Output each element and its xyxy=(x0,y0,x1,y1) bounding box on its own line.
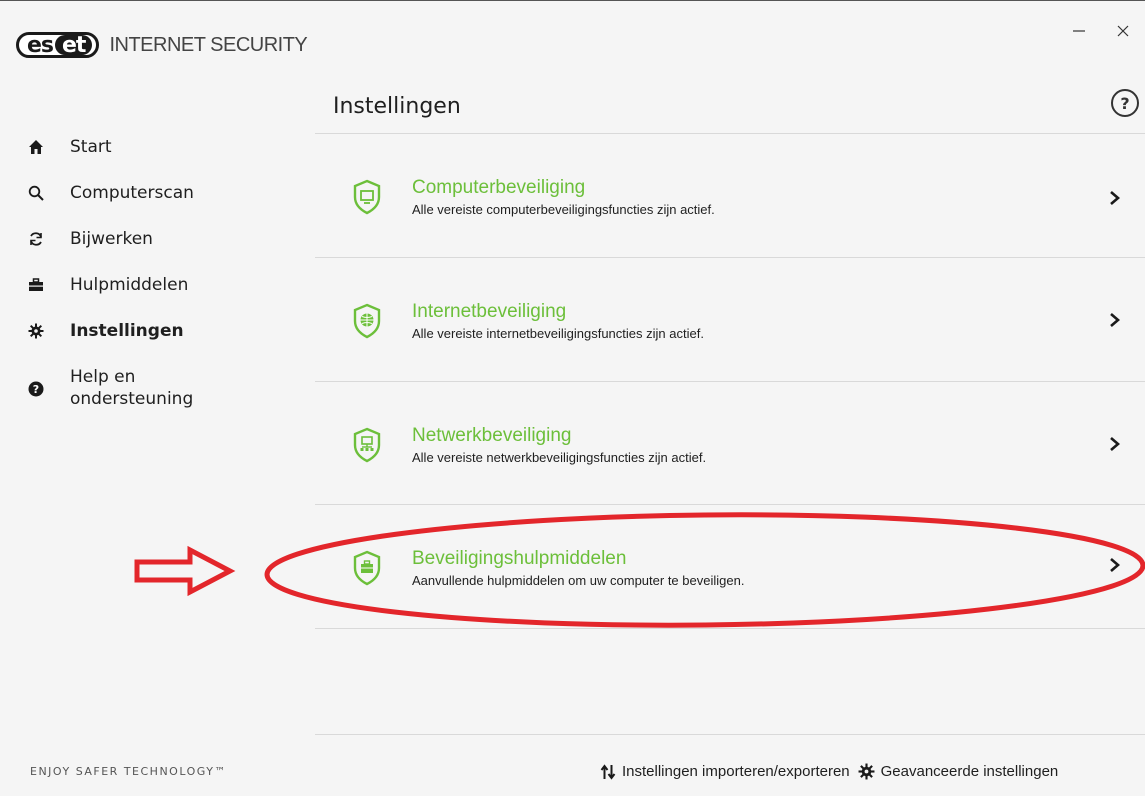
question-mark-icon: ? xyxy=(1120,93,1130,113)
divider xyxy=(315,381,1145,382)
footer-divider xyxy=(315,734,1145,735)
help-button[interactable]: ? xyxy=(1111,89,1139,117)
shield-toolbox-icon xyxy=(353,550,381,586)
import-export-label: Instellingen importeren/exporteren xyxy=(622,763,850,780)
shield-network-icon xyxy=(353,427,381,463)
advanced-settings-label: Geavanceerde instellingen xyxy=(880,763,1059,780)
page-title: Instellingen xyxy=(333,94,461,119)
section-description: Alle vereiste netwerkbeveiligingsfunctie… xyxy=(412,450,707,465)
close-button[interactable] xyxy=(1101,14,1145,48)
app-window: es et INTERNET SECURITY Start Computersc… xyxy=(0,0,1145,796)
section-title: Netwerkbeveiliging xyxy=(412,425,572,446)
sidebar-item-label: Bijwerken xyxy=(70,229,153,249)
app-logo: es et INTERNET SECURITY xyxy=(16,32,308,58)
chevron-right-icon xyxy=(1110,558,1120,572)
search-icon xyxy=(28,182,44,204)
divider xyxy=(315,628,1145,629)
gear-icon xyxy=(28,320,44,342)
top-border xyxy=(0,0,1145,1)
section-title: Beveiligingshulpmiddelen xyxy=(412,548,627,569)
product-name: INTERNET SECURITY xyxy=(109,33,308,56)
section-description: Aanvullende hulpmiddelen om uw computer … xyxy=(412,573,745,588)
section-title: Internetbeveiliging xyxy=(412,301,567,322)
sidebar-item-help[interactable]: ? Help en ondersteuning xyxy=(0,358,310,422)
annotation-arrow xyxy=(134,545,236,597)
sidebar-item-hulpmiddelen[interactable]: Hulpmiddelen xyxy=(0,266,310,312)
sidebar-item-computerscan[interactable]: Computerscan xyxy=(0,174,310,220)
minimize-icon xyxy=(1073,30,1085,32)
import-export-button[interactable]: Instellingen importeren/exporteren xyxy=(600,763,850,780)
help-circle-icon: ? xyxy=(28,378,44,400)
section-netwerkbeveiliging[interactable]: Netwerkbeveiliging Alle vereiste netwerk… xyxy=(315,383,1145,505)
section-title: Computerbeveiliging xyxy=(412,177,586,198)
sidebar-item-label: Hulpmiddelen xyxy=(70,275,189,295)
svg-text:?: ? xyxy=(33,383,39,396)
sidebar-item-bijwerken[interactable]: Bijwerken xyxy=(0,220,310,266)
section-description: Alle vereiste computerbeveiligingsfuncti… xyxy=(412,202,715,217)
sidebar-item-label: Help en ondersteuning xyxy=(70,367,194,409)
import-export-icon xyxy=(600,763,616,780)
section-internetbeveiliging[interactable]: Internetbeveiliging Alle vereiste intern… xyxy=(315,259,1145,381)
chevron-right-icon xyxy=(1110,191,1120,205)
gear-icon xyxy=(858,763,875,780)
advanced-settings-button[interactable]: Geavanceerde instellingen xyxy=(858,763,1059,780)
shield-monitor-icon xyxy=(353,179,381,215)
minimize-button[interactable] xyxy=(1057,14,1101,48)
section-computerbeveiliging[interactable]: Computerbeveiliging Alle vereiste comput… xyxy=(315,135,1145,257)
refresh-icon xyxy=(28,228,44,250)
shield-globe-icon xyxy=(353,303,381,339)
chevron-right-icon xyxy=(1110,313,1120,327)
sidebar-item-label: Computerscan xyxy=(70,183,194,203)
divider xyxy=(315,504,1145,505)
footer-actions: Instellingen importeren/exporteren Geava… xyxy=(600,763,1058,780)
divider xyxy=(315,133,1145,134)
divider xyxy=(315,257,1145,258)
sidebar-item-label: Instellingen xyxy=(70,321,184,341)
section-description: Alle vereiste internetbeveiligingsfuncti… xyxy=(412,326,704,341)
toolbox-icon xyxy=(28,274,44,296)
home-icon xyxy=(28,136,44,158)
sidebar-item-instellingen[interactable]: Instellingen xyxy=(0,312,310,358)
sidebar-item-label: Start xyxy=(70,137,112,157)
sidebar-item-start[interactable]: Start xyxy=(0,128,310,174)
logo-text-es: es xyxy=(27,32,54,58)
window-controls xyxy=(1057,14,1145,48)
sidebar: Start Computerscan Bijwerken Hulpmiddele… xyxy=(0,128,310,422)
chevron-right-icon xyxy=(1110,437,1120,451)
eset-logo-badge: es et xyxy=(16,32,100,58)
section-beveiligingshulpmiddelen[interactable]: Beveiligingshulpmiddelen Aanvullende hul… xyxy=(315,506,1145,628)
brand-tagline: ENJOY SAFER TECHNOLOGY™ xyxy=(30,765,227,778)
close-icon xyxy=(1117,25,1129,37)
logo-text-et: et xyxy=(55,33,93,58)
